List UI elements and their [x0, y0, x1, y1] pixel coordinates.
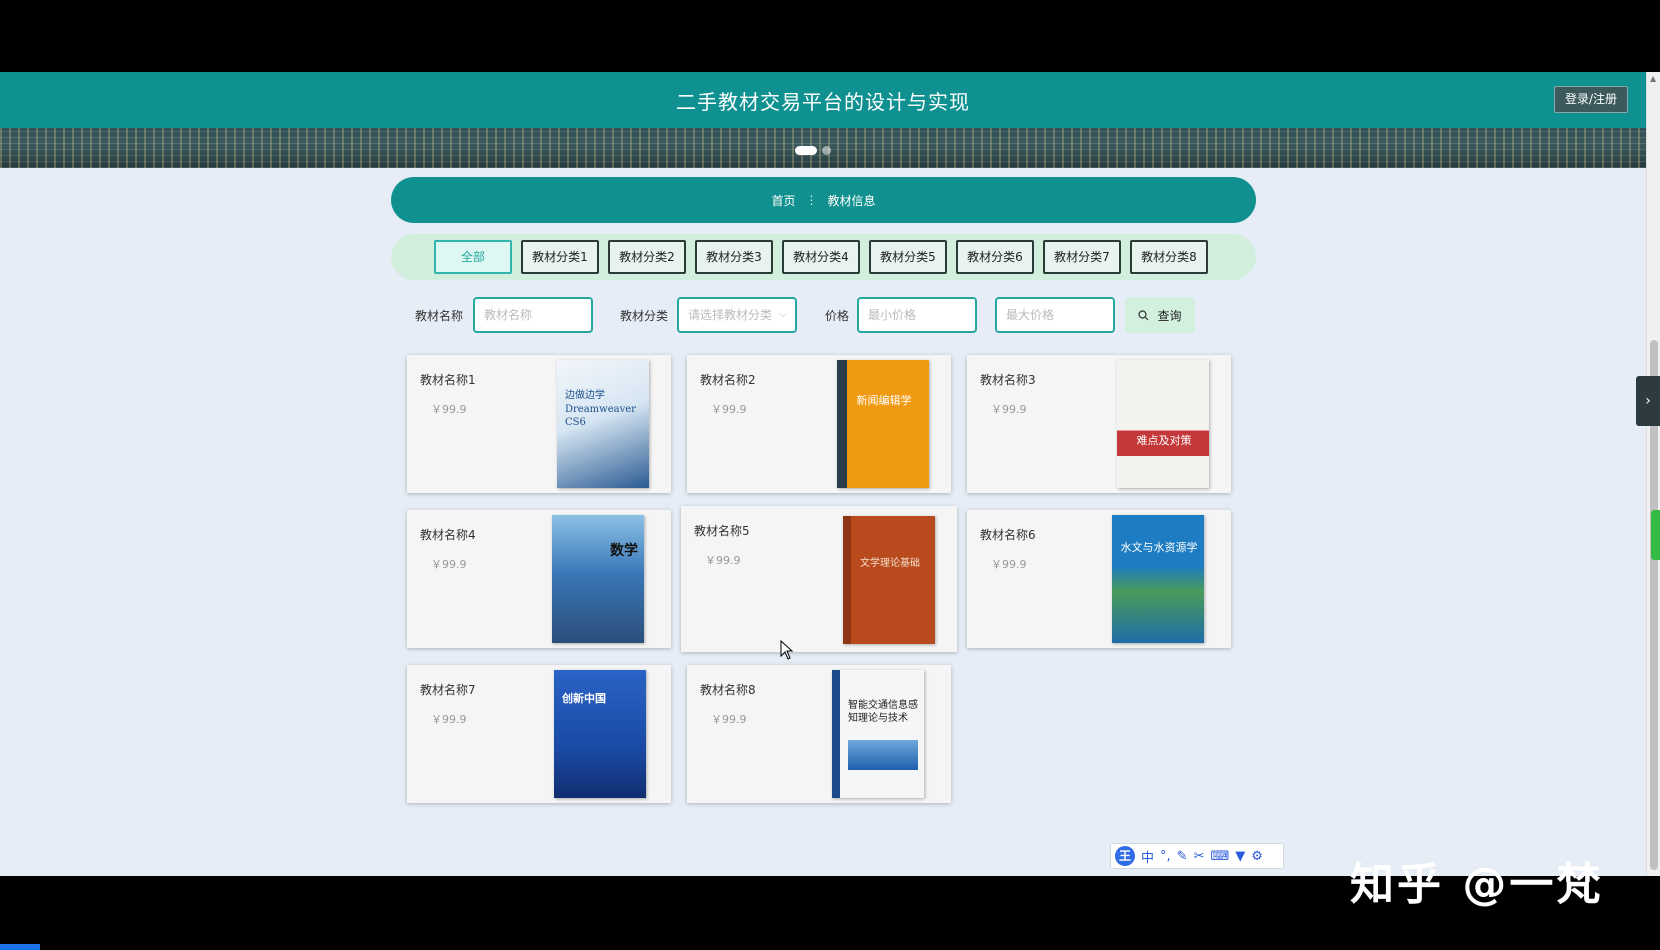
book-cover-image: 难点及对策 — [1117, 360, 1209, 488]
cover-title: 智能交通信息感知理论与技术 — [848, 700, 918, 724]
book-name: 教材名称8 — [700, 683, 756, 697]
book-name: 教材名称5 — [694, 524, 750, 538]
book-cover-image: 新闻编辑学 — [837, 360, 929, 488]
category-button-4[interactable]: 教材分类4 — [782, 240, 860, 274]
book-name: 教材名称1 — [420, 373, 476, 387]
category-button-3[interactable]: 教材分类3 — [695, 240, 773, 274]
chevron-down-icon: ⌵ — [779, 309, 787, 320]
book-price: ￥99.9 — [711, 713, 747, 726]
cover-title: 数学 — [610, 543, 638, 559]
breadcrumb-home[interactable]: 首页 — [771, 192, 795, 209]
cover-title: 难点及对策 — [1136, 434, 1192, 447]
page-scrollbar[interactable]: ▲ — [1646, 72, 1660, 876]
taskbar-indicator — [0, 944, 40, 950]
min-price-input[interactable] — [857, 297, 977, 333]
cover-image-band — [848, 740, 918, 770]
scroll-up-icon[interactable]: ▲ — [1650, 74, 1656, 83]
cover-subtitle: 边做边学 — [565, 390, 605, 401]
cover-title: Dreamweaver CS6 — [565, 404, 636, 428]
book-cover-image: 智能交通信息感知理论与技术 — [832, 670, 924, 798]
side-panel-toggle[interactable]: › — [1636, 376, 1660, 426]
book-cover-image: 边做边学 Dreamweaver CS6 — [557, 360, 649, 488]
scissors-icon[interactable]: ✂ — [1194, 849, 1205, 864]
cover-title: 文学理论基础 — [860, 558, 920, 569]
category-button-7[interactable]: 教材分类7 — [1043, 240, 1121, 274]
category-filter-bar: 全部 教材分类1 教材分类2 教材分类3 教材分类4 教材分类5 教材分类6 教… — [391, 234, 1256, 280]
carousel-indicators — [795, 146, 831, 155]
book-card-8[interactable]: 教材名称8 ￥99.9 智能交通信息感知理论与技术 — [687, 665, 951, 803]
query-button-label: 查询 — [1157, 308, 1182, 323]
book-price: ￥99.9 — [431, 558, 467, 571]
carousel-dot[interactable] — [795, 146, 817, 155]
book-cover-image: 创新中国 — [554, 670, 646, 798]
side-indicator — [1651, 510, 1660, 560]
cover-title: 新闻编辑学 — [856, 394, 912, 407]
book-price: ￥99.9 — [705, 554, 741, 567]
category-label: 教材分类 — [620, 309, 669, 323]
site-title: 二手教材交易平台的设计与实现 — [676, 90, 970, 114]
ime-mode-toggle[interactable]: 中 — [1141, 847, 1154, 866]
price-label: 价格 — [825, 309, 850, 323]
page: 二手教材交易平台的设计与实现 登录/注册 首页 ⋮ 教材信息 全部 教材分类1 … — [0, 72, 1660, 876]
carousel-dot[interactable] — [822, 146, 831, 155]
book-card-4[interactable]: 教材名称4 ￥99.9 数学 — [407, 510, 671, 648]
query-button[interactable]: 查询 — [1125, 297, 1195, 333]
category-select[interactable]: 请选择教材分类 ⌵ — [677, 297, 797, 333]
skin-icon[interactable]: ▼ — [1235, 849, 1245, 864]
site-header: 二手教材交易平台的设计与实现 登录/注册 — [0, 72, 1646, 128]
category-button-6[interactable]: 教材分类6 — [956, 240, 1034, 274]
pen-icon[interactable]: ✎ — [1177, 849, 1188, 864]
book-name: 教材名称7 — [420, 683, 476, 697]
name-label: 教材名称 — [415, 309, 464, 323]
category-select-placeholder: 请选择教材分类 — [688, 308, 773, 322]
book-price: ￥99.9 — [991, 403, 1027, 416]
search-form: 教材名称 教材分类 请选择教材分类 ⌵ 价格 查询 — [415, 297, 1235, 333]
cover-title: 创新中国 — [562, 692, 606, 705]
book-card-6[interactable]: 教材名称6 ￥99.9 水文与水资源学 — [967, 510, 1231, 648]
book-name: 教材名称3 — [980, 373, 1036, 387]
book-cover-image: 数学 — [552, 515, 644, 643]
name-input[interactable] — [473, 297, 593, 333]
breadcrumb-current: 教材信息 — [827, 193, 876, 208]
book-price: ￥99.9 — [431, 713, 467, 726]
category-button-8[interactable]: 教材分类8 — [1130, 240, 1208, 274]
book-name: 教材名称2 — [700, 373, 756, 387]
breadcrumb: 首页 ⋮ 教材信息 — [391, 177, 1256, 223]
book-card-5[interactable]: 教材名称5 ￥99.9 文学理论基础 — [681, 506, 957, 652]
book-name: 教材名称6 — [980, 528, 1036, 542]
book-price: ￥99.9 — [431, 403, 467, 416]
category-button-2[interactable]: 教材分类2 — [608, 240, 686, 274]
category-button-5[interactable]: 教材分类5 — [869, 240, 947, 274]
book-price: ￥99.9 — [711, 403, 747, 416]
mouse-cursor-icon — [780, 640, 794, 660]
book-card-2[interactable]: 教材名称2 ￥99.9 新闻编辑学 — [687, 355, 951, 493]
breadcrumb-separator: ⋮ — [805, 193, 818, 207]
book-card-3[interactable]: 教材名称3 ￥99.9 难点及对策 — [967, 355, 1231, 493]
ime-toolbar: 王 中 °, ✎ ✂ ⌨ ▼ ⚙ — [1110, 843, 1284, 869]
category-button-1[interactable]: 教材分类1 — [521, 240, 599, 274]
login-register-button[interactable]: 登录/注册 — [1554, 86, 1628, 113]
screen-top-bar — [0, 0, 1660, 72]
watermark: 知乎 @一梵 — [1350, 859, 1604, 910]
banner-carousel — [0, 128, 1646, 168]
chevron-right-icon: › — [1645, 393, 1651, 409]
keyboard-icon[interactable]: ⌨ — [1210, 849, 1229, 864]
gear-icon[interactable]: ⚙ — [1251, 849, 1263, 864]
search-icon — [1138, 309, 1149, 320]
book-cover-image: 水文与水资源学 — [1112, 515, 1204, 643]
max-price-input[interactable] — [995, 297, 1115, 333]
ime-logo-icon[interactable]: 王 — [1115, 846, 1135, 866]
book-card-7[interactable]: 教材名称7 ￥99.9 创新中国 — [407, 665, 671, 803]
book-card-1[interactable]: 教材名称1 ￥99.9 边做边学 Dreamweaver CS6 — [407, 355, 671, 493]
book-cover-image: 文学理论基础 — [843, 516, 935, 644]
category-all-button[interactable]: 全部 — [434, 240, 512, 274]
punctuation-icon[interactable]: °, — [1160, 849, 1171, 864]
cover-title: 水文与水资源学 — [1120, 541, 1198, 554]
book-price: ￥99.9 — [991, 558, 1027, 571]
book-name: 教材名称4 — [420, 528, 476, 542]
